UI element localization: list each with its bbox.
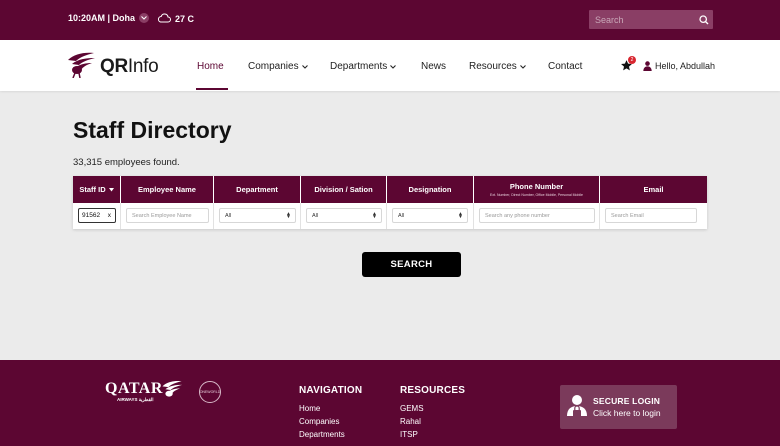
select-value: All <box>398 212 405 219</box>
filter-cell-staff-id: 91562 x <box>73 203 121 229</box>
logo-rest: Info <box>127 56 159 77</box>
header-staff-id[interactable]: Staff ID <box>73 176 121 203</box>
time-location: 10:20AM | Doha <box>68 13 136 23</box>
select-arrows-icon: ▲ ▼ <box>372 210 377 220</box>
footer-link-home[interactable]: Home <box>299 402 362 415</box>
footer-link-itsp[interactable]: ITSP <box>400 428 465 441</box>
footer: QATAR AIRWAYS القطرية ONEWORLD NAVIGATIO… <box>0 360 780 446</box>
nav-home-label: Home <box>197 61 224 72</box>
footer-link-departments[interactable]: Departments <box>299 428 362 441</box>
result-count: 33,315 employees found. <box>73 157 180 168</box>
secure-user-icon <box>567 395 587 417</box>
favorites-button[interactable]: 2 <box>620 56 636 73</box>
footer-link-rahal[interactable]: Rahal <box>400 415 465 428</box>
nav-news[interactable]: News <box>421 61 446 72</box>
qatar-airways-sub: AIRWAYS القطرية <box>117 397 154 402</box>
user-icon <box>643 61 652 71</box>
select-value: All <box>312 212 319 219</box>
footer-link-companies[interactable]: Companies <box>299 415 362 428</box>
oryx-logo-icon[interactable] <box>66 52 96 78</box>
nav-contact-label: Contact <box>548 61 583 72</box>
search-button[interactable]: SEARCH <box>362 252 461 277</box>
nav-resources-label: Resources <box>469 61 517 72</box>
table-header: Staff ID Employee Name Department Divisi… <box>73 176 707 203</box>
chevron-down-icon <box>390 64 397 69</box>
employee-name-input[interactable] <box>126 208 209 223</box>
nav-resources[interactable]: Resources <box>469 61 526 72</box>
nav-contact[interactable]: Contact <box>548 61 582 72</box>
search-input[interactable] <box>589 10 693 29</box>
header-employee-name: Employee Name <box>121 176 214 203</box>
header-department: Department <box>214 176 301 203</box>
cloud-icon <box>157 13 171 23</box>
staff-id-field[interactable]: 91562 x <box>78 208 116 223</box>
top-bar: 10:20AM | Doha 27 C <box>0 0 780 40</box>
nav-departments-label: Departments <box>330 61 388 72</box>
temperature: 27 C <box>175 14 195 24</box>
notification-badge: 2 <box>628 56 636 64</box>
chevron-down-icon <box>519 64 526 69</box>
nav-news-label: News <box>421 61 447 72</box>
qatar-airways-logo: QATAR <box>105 380 163 397</box>
oneworld-logo: ONEWORLD <box>199 381 221 403</box>
footer-resources: RESOURCES GEMS Rahal ITSP <box>400 385 465 441</box>
header-label: Staff ID <box>79 185 106 194</box>
staff-table: Staff ID Employee Name Department Divisi… <box>73 176 707 229</box>
header-designation: Designation <box>387 176 474 203</box>
department-select[interactable]: All ▲ ▼ <box>219 208 296 223</box>
header-label: Division / Sation <box>314 185 373 194</box>
select-value: All <box>225 212 232 219</box>
search-icon[interactable] <box>699 15 709 25</box>
active-nav-indicator <box>196 88 228 90</box>
footer-resources-heading: RESOURCES <box>400 385 466 396</box>
user-greeting: Hello, Abdullah <box>655 61 716 71</box>
select-arrows-icon: ▲ ▼ <box>286 210 291 220</box>
email-input[interactable] <box>605 208 697 223</box>
secure-login-subtitle: Click here to login <box>593 408 661 418</box>
header-label: Email <box>643 185 664 194</box>
footer-navigation-heading: NAVIGATION <box>299 385 363 396</box>
header-division: Division / Sation <box>301 176 387 203</box>
filter-cell-department: All ▲ ▼ <box>214 203 301 229</box>
header-sublabel: Ext. Number, Direct Number, Office Mobil… <box>490 193 583 197</box>
sort-icon <box>108 187 114 191</box>
oryx-logo-icon <box>162 381 183 397</box>
filter-cell-phone <box>474 203 600 229</box>
logo-bold: QR <box>100 56 128 77</box>
main-nav: QRInfo Home Companies Departments News R… <box>0 40 780 91</box>
footer-link-gems[interactable]: GEMS <box>400 402 465 415</box>
header-label: Phone Number <box>509 182 564 191</box>
staff-id-value: 91562 <box>82 212 101 219</box>
nav-companies[interactable]: Companies <box>248 61 308 72</box>
location-dropdown[interactable] <box>139 13 149 23</box>
chevron-down-icon <box>141 16 147 20</box>
header-label: Employee Name <box>138 185 196 194</box>
filter-cell-designation: All ▲ ▼ <box>387 203 474 229</box>
page-title: Staff Directory <box>73 117 232 143</box>
footer-navigation: NAVIGATION Home Companies Departments <box>299 385 362 441</box>
filter-cell-division: All ▲ ▼ <box>301 203 387 229</box>
select-arrows-icon: ▲ ▼ <box>458 210 463 220</box>
nav-departments[interactable]: Departments <box>330 61 397 72</box>
filter-cell-employee-name <box>121 203 214 229</box>
division-select[interactable]: All ▲ ▼ <box>306 208 382 223</box>
header-label: Designation <box>408 185 452 194</box>
header-label: Department <box>236 185 278 194</box>
secure-login-title: SECURE LOGIN <box>593 396 661 406</box>
app-logo-text[interactable]: QRInfo <box>100 56 159 78</box>
header-phone-number: Phone Number Ext. Number, Direct Number,… <box>474 176 600 203</box>
top-search <box>589 10 713 29</box>
phone-input[interactable] <box>479 208 595 223</box>
secure-login-button[interactable]: SECURE LOGIN Click here to login <box>560 385 677 429</box>
filter-cell-email <box>600 203 707 229</box>
nav-home[interactable]: Home <box>197 61 224 72</box>
user-menu[interactable]: Hello, Abdullah <box>643 61 715 71</box>
header-email: Email <box>600 176 707 203</box>
designation-select[interactable]: All ▲ ▼ <box>392 208 468 223</box>
chevron-down-icon <box>301 64 308 69</box>
nav-companies-label: Companies <box>248 61 299 72</box>
clear-button[interactable]: x <box>108 212 111 219</box>
